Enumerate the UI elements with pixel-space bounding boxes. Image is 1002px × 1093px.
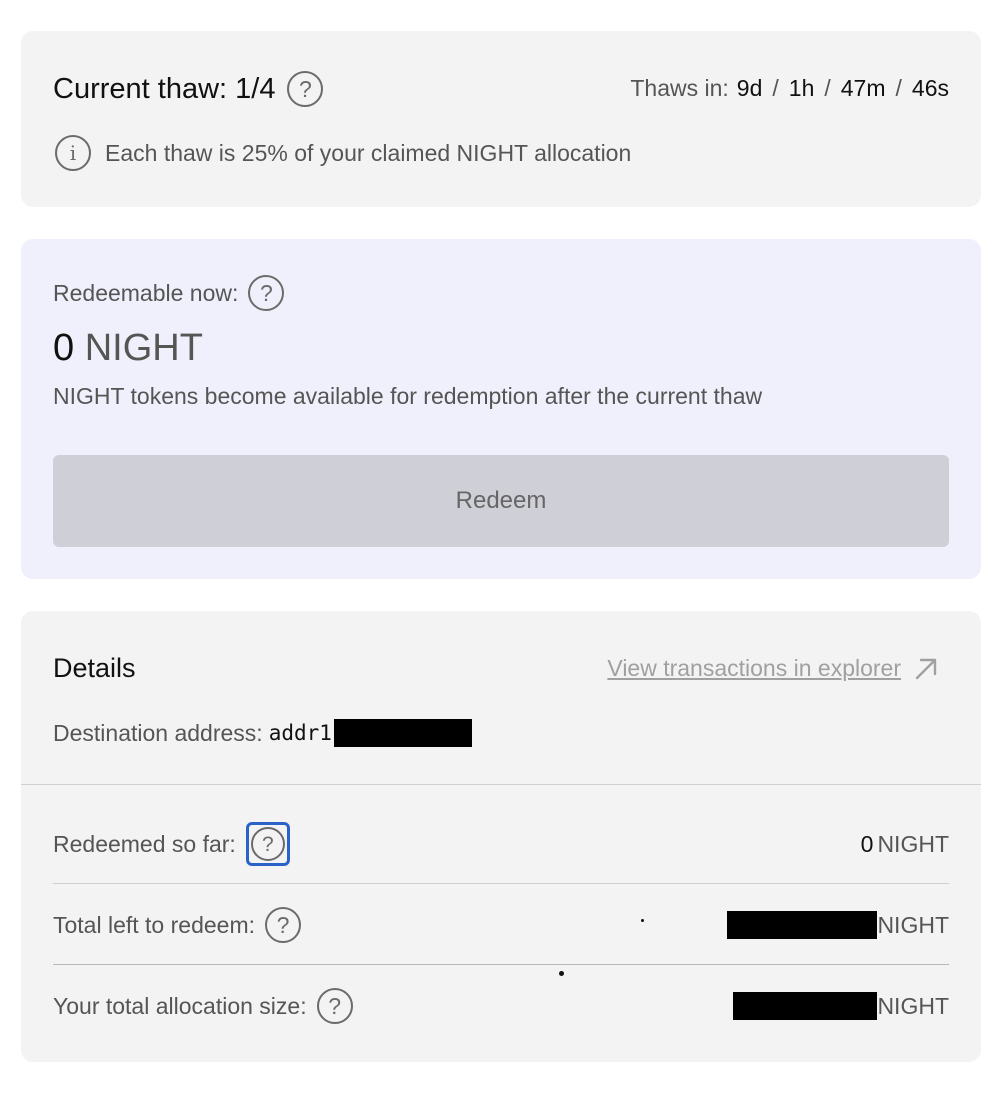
row-value: NIGHT xyxy=(733,992,949,1020)
row-value: NIGHT xyxy=(727,911,949,939)
redeemed-so-far-value: 0 xyxy=(860,830,874,857)
row-label: Redeemed so far: ? xyxy=(53,822,290,866)
destination-address-value: addr1 xyxy=(268,721,332,745)
countdown-minutes: 47m xyxy=(840,75,886,101)
redeemable-value: 0 xyxy=(53,327,75,369)
stray-dot xyxy=(559,971,564,976)
redeemable-header: Redeemable now: ? xyxy=(53,275,285,311)
allocation-size-label: Your total allocation size: xyxy=(53,992,307,1019)
countdown-separator: / xyxy=(824,75,831,101)
redeemable-description: NIGHT tokens become available for redemp… xyxy=(53,383,763,409)
allocation-size-unit: NIGHT xyxy=(877,992,949,1019)
total-left-label: Total left to redeem: xyxy=(53,911,255,938)
stray-dot xyxy=(641,919,644,922)
redacted-block xyxy=(733,992,878,1020)
question-circle-icon: ? xyxy=(250,827,285,861)
redacted-block xyxy=(727,911,878,939)
detail-row-redeemed: Redeemed so far: ? 0 NIGHT xyxy=(53,804,949,884)
explorer-link-label: View transactions in explorer xyxy=(607,655,901,681)
question-circle-icon[interactable]: ? xyxy=(287,71,324,107)
details-card: Details View transactions in explorer De… xyxy=(21,611,981,1062)
row-label: Total left to redeem: ? xyxy=(53,907,301,943)
detail-row-allocation-size: Your total allocation size: ? NIGHT xyxy=(53,966,949,1046)
focused-help-button[interactable]: ? xyxy=(245,822,290,866)
countdown-separator: / xyxy=(772,75,779,101)
arrow-up-right-icon xyxy=(915,658,937,679)
detail-row-left-to-redeem: Total left to redeem: ? NIGHT xyxy=(53,885,949,965)
question-circle-icon[interactable]: ? xyxy=(248,275,285,311)
row-label: Your total allocation size: ? xyxy=(53,988,353,1024)
view-explorer-link[interactable]: View transactions in explorer xyxy=(607,655,939,682)
redeemable-card: Redeemable now: ? 0 NIGHT NIGHT tokens b… xyxy=(21,239,981,579)
current-thaw-title: Current thaw: 1/4 ? xyxy=(53,71,324,107)
redacted-block xyxy=(333,719,472,747)
thaw-countdown: Thaws in: 9d / 1h / 47m / 46s xyxy=(630,75,949,102)
current-thaw-card: Current thaw: 1/4 ? Thaws in: 9d / 1h / … xyxy=(21,31,981,207)
countdown-seconds: 46s xyxy=(911,75,949,101)
details-title: Details xyxy=(53,653,136,683)
question-circle-icon[interactable]: ? xyxy=(316,988,353,1024)
destination-label: Destination address: xyxy=(53,719,263,746)
row-divider xyxy=(53,883,949,884)
countdown-separator: / xyxy=(895,75,902,101)
redeemable-unit: NIGHT xyxy=(84,327,203,369)
redeemed-so-far-unit: NIGHT xyxy=(877,830,949,857)
redeemable-amount: 0 NIGHT xyxy=(53,327,203,370)
redeemable-label: Redeemable now: xyxy=(53,279,239,306)
destination-address: Destination address: addr1 xyxy=(53,719,472,747)
info-circle-icon: i xyxy=(55,135,91,171)
thaw-info-note: i Each thaw is 25% of your claimed NIGHT… xyxy=(55,135,631,171)
current-thaw-label: Current thaw: 1/4 xyxy=(53,72,276,105)
question-circle-icon[interactable]: ? xyxy=(265,907,301,943)
countdown-hours: 1h xyxy=(788,75,815,101)
thaws-in-label: Thaws in: xyxy=(630,75,729,101)
redeem-button[interactable]: Redeem xyxy=(53,455,949,547)
thaw-info-text: Each thaw is 25% of your claimed NIGHT a… xyxy=(105,139,632,166)
row-divider xyxy=(53,964,949,965)
total-left-unit: NIGHT xyxy=(877,911,949,938)
row-value: 0 NIGHT xyxy=(861,831,949,858)
countdown-days: 9d xyxy=(736,75,763,101)
redeemed-so-far-label: Redeemed so far: xyxy=(53,830,236,857)
divider xyxy=(21,784,981,785)
